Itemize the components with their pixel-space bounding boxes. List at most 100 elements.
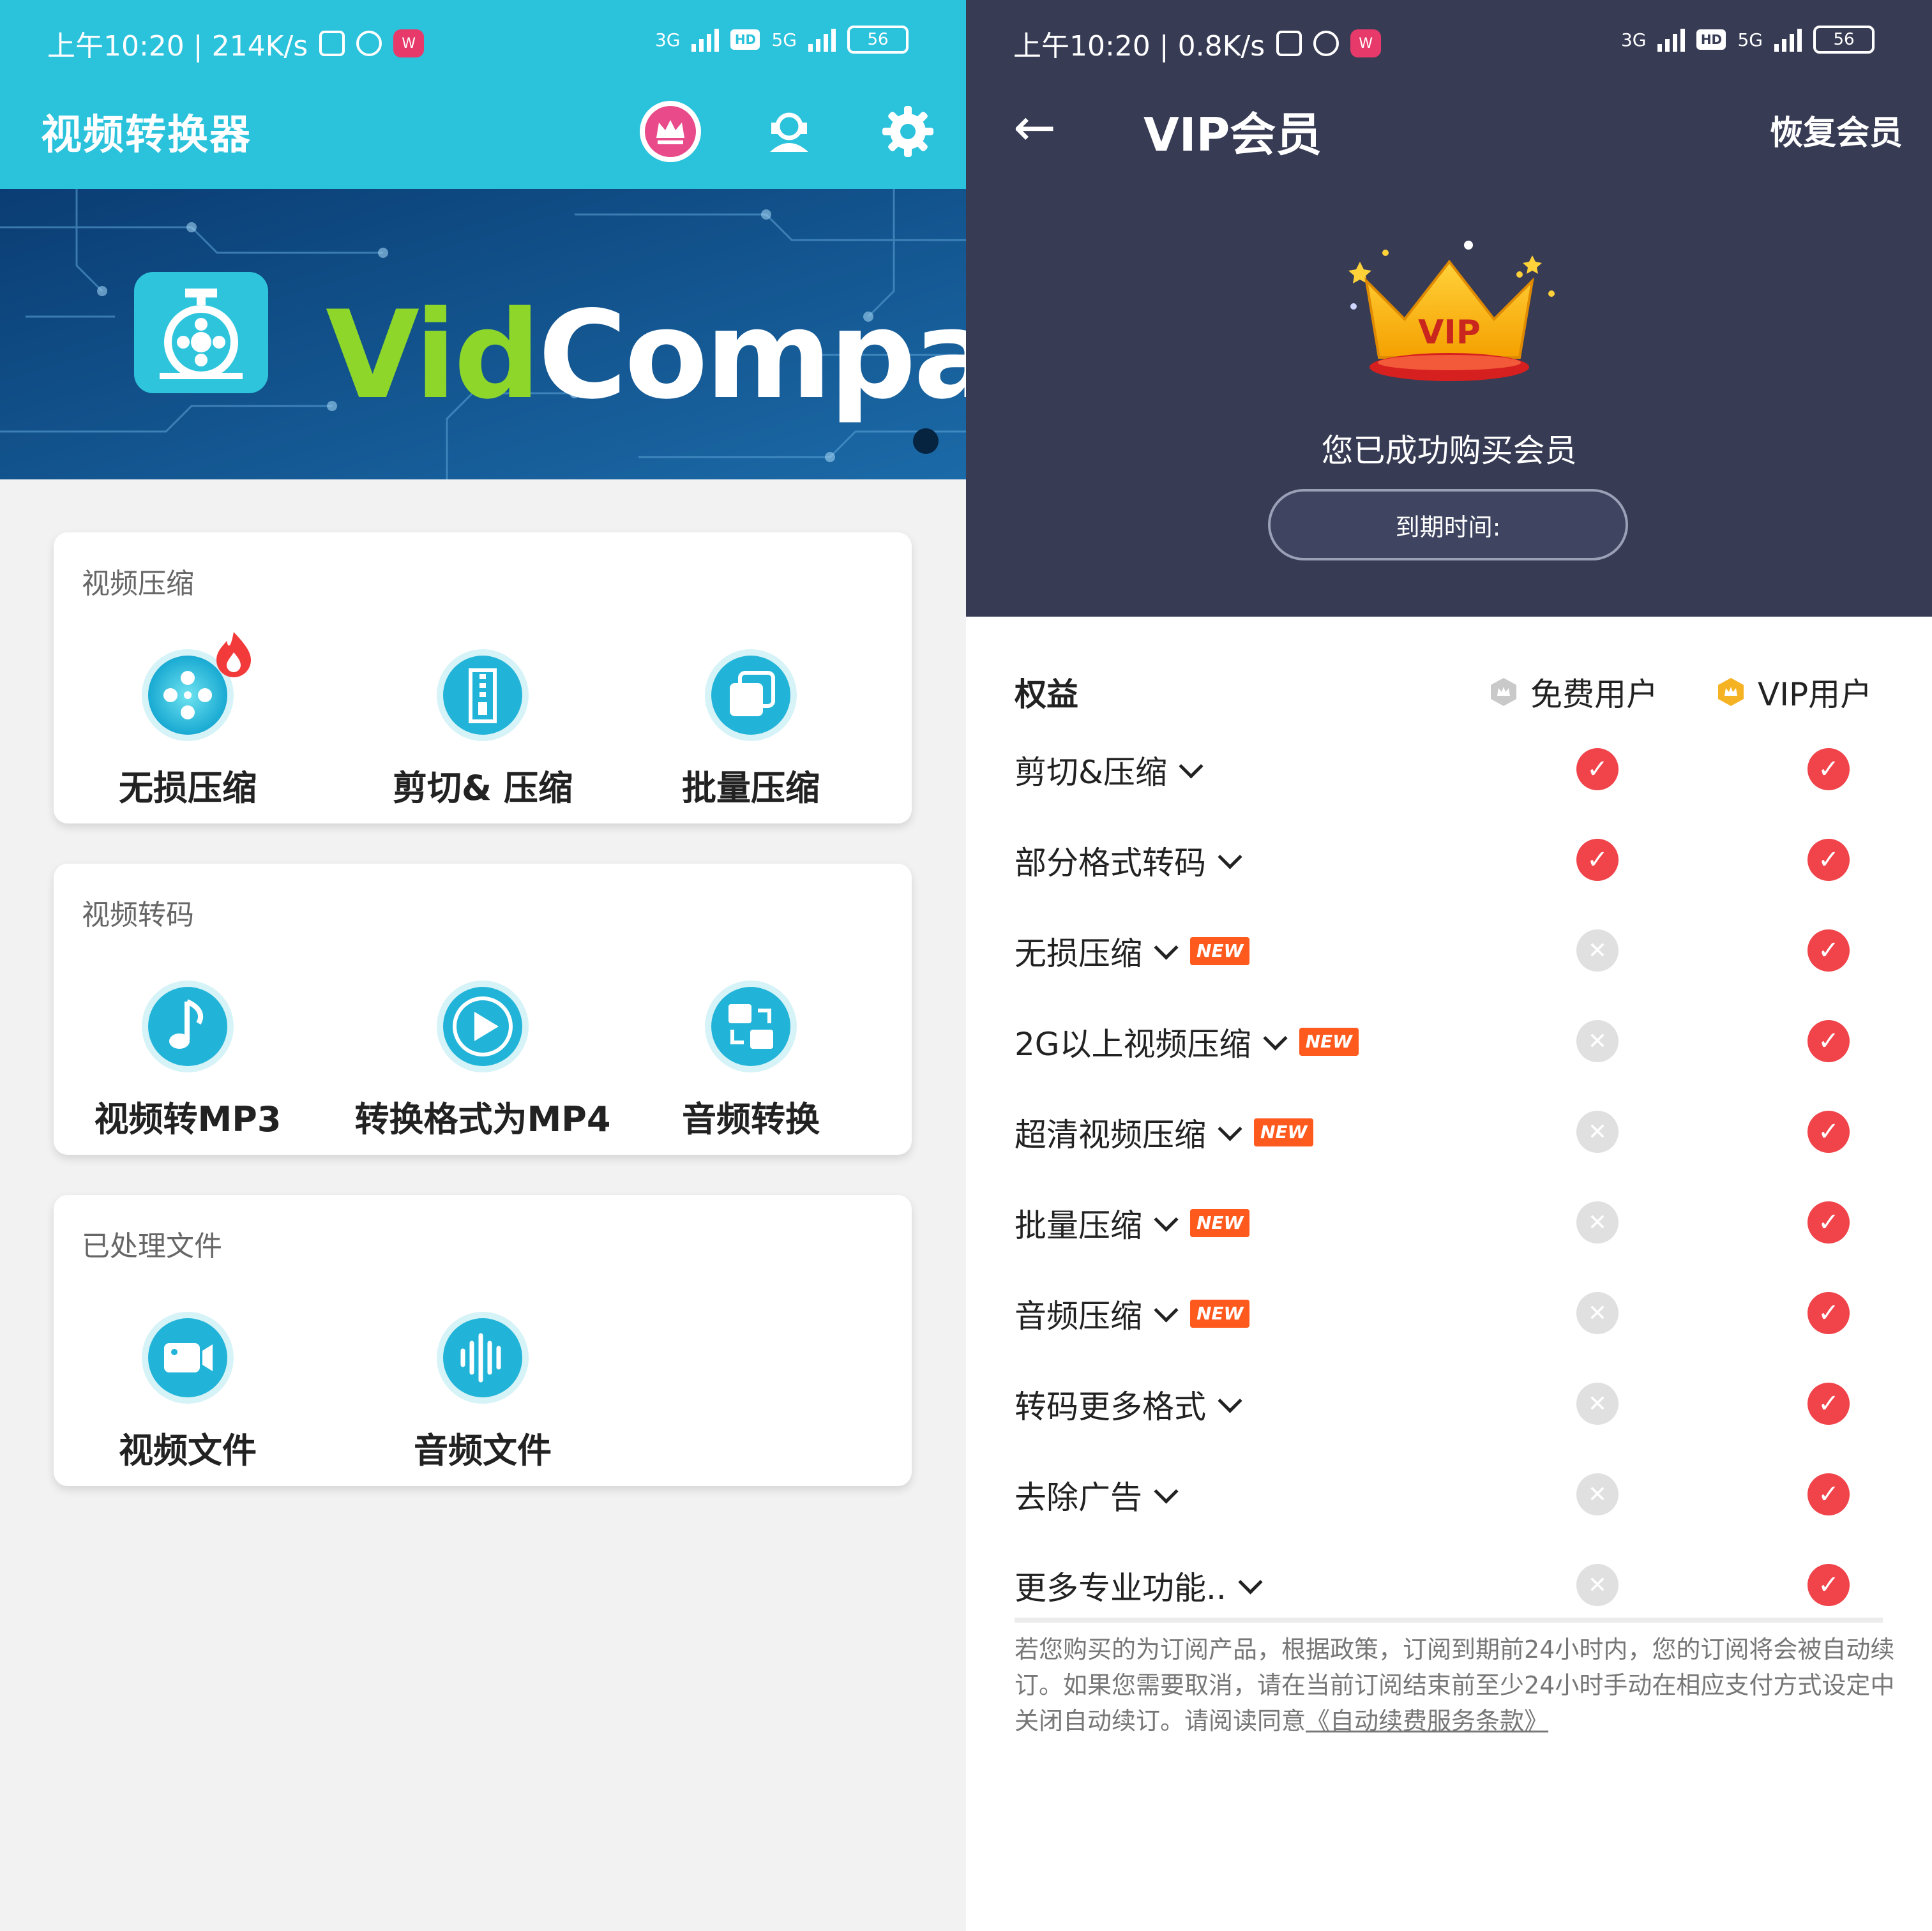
network-type-2: 5G <box>771 29 797 50</box>
network-type-2: 5G <box>1737 29 1763 50</box>
free-check-icon: ✓ <box>1576 839 1619 881</box>
chevron-down-icon[interactable] <box>1218 1388 1242 1413</box>
benefit-label: 更多专业功能.. <box>1015 1570 1226 1607</box>
customer-service-button[interactable] <box>758 101 820 162</box>
alarm-icon <box>356 31 382 56</box>
free-cross-icon: ✕ <box>1576 1201 1619 1244</box>
video-files-button[interactable]: 视频文件 <box>54 1310 322 1473</box>
settings-button[interactable] <box>877 101 939 162</box>
alarm-icon <box>1313 31 1340 56</box>
new-badge: NEW <box>1254 1118 1314 1146</box>
chevron-down-icon[interactable] <box>1154 935 1179 960</box>
benefit-row[interactable]: 2G以上视频压缩 NEW ✕ ✓ <box>1015 993 1908 1084</box>
benefit-label: 音频压缩 <box>1015 1298 1142 1335</box>
sound-wave-icon <box>435 1310 531 1406</box>
hd-badge: HD <box>1696 29 1726 50</box>
processed-files-card: 已处理文件 视频文件 音频文件 <box>54 1195 912 1486</box>
stack-copy-icon <box>703 647 799 743</box>
benefit-column-header: 权益 <box>1015 676 1078 713</box>
vidcompact-logo <box>134 272 268 393</box>
video-compress-card: 视频压缩 无损压缩 剪切& 压缩 批量压缩 <box>54 532 912 823</box>
right-screen-vip-membership: 上午10:20 | 0.8K/s W 3G HD 5G 56 ← VIP会员 恢… <box>966 0 1932 1931</box>
vip-crown-button[interactable] <box>640 101 701 162</box>
free-cross-icon: ✕ <box>1576 1473 1619 1515</box>
benefit-label: 剪切&压缩 <box>1015 754 1167 791</box>
vip-check-icon: ✓ <box>1807 1020 1850 1062</box>
vip-crown-icon: VIP <box>1348 241 1555 381</box>
new-badge: NEW <box>1299 1028 1359 1056</box>
auto-renew-terms-link[interactable]: 《自动续费服务条款》 <box>1306 1707 1548 1735</box>
free-user-badge-icon <box>1491 678 1516 706</box>
benefit-row[interactable]: 转码更多格式 ✕ ✓ <box>1015 1356 1908 1446</box>
chevron-down-icon[interactable] <box>1154 1297 1179 1323</box>
chevron-down-icon[interactable] <box>1179 753 1204 779</box>
hd-badge: HD <box>730 29 760 50</box>
new-badge: NEW <box>1190 1300 1250 1328</box>
vip-check-icon: ✓ <box>1807 1383 1850 1425</box>
card-title: 已处理文件 <box>82 1230 222 1263</box>
status-bar: 上午10:20 | 214K/s W 3G HD 5G 56 <box>0 0 966 83</box>
back-arrow-icon[interactable]: ← <box>1013 102 1056 153</box>
vip-check-icon: ✓ <box>1807 1564 1850 1606</box>
app-title: 视频转换器 <box>41 112 252 159</box>
signal-icon <box>691 27 720 52</box>
chevron-down-icon[interactable] <box>1218 844 1242 869</box>
convert-to-mp4-button[interactable]: 转换格式为MP4 <box>349 979 617 1141</box>
signal-icon-2 <box>1774 27 1802 52</box>
vip-user-badge-icon <box>1718 678 1744 706</box>
app-notification-icon: W <box>1350 29 1382 57</box>
benefit-row[interactable]: 音频压缩 NEW ✕ ✓ <box>1015 1265 1908 1356</box>
audio-convert-button[interactable]: 音频转换 <box>617 979 885 1141</box>
vip-check-icon: ✓ <box>1807 1111 1850 1153</box>
benefit-label: 部分格式转码 <box>1015 845 1206 882</box>
crown-icon <box>645 106 696 157</box>
film-reel-icon <box>140 632 251 743</box>
hot-fire-icon <box>216 632 251 677</box>
chevron-down-icon[interactable] <box>1154 1206 1179 1232</box>
benefit-label: 超清视频压缩 <box>1015 1116 1206 1153</box>
battery-icon: 56 <box>847 26 909 54</box>
network-type-1: 3G <box>1620 29 1647 50</box>
benefit-label: 无损压缩 <box>1015 935 1142 972</box>
card-title: 视频压缩 <box>82 567 194 600</box>
benefit-row[interactable]: 无损压缩 NEW ✕ ✓ <box>1015 903 1908 993</box>
chevron-down-icon[interactable] <box>1218 1116 1242 1141</box>
benefit-label: 转码更多格式 <box>1015 1388 1206 1425</box>
benefit-row[interactable]: 部分格式转码 ✓ ✓ <box>1015 812 1908 903</box>
mute-icon <box>319 31 345 56</box>
new-badge: NEW <box>1190 937 1250 965</box>
vip-check-icon: ✓ <box>1807 1292 1850 1334</box>
svg-text:VIP: VIP <box>1418 313 1481 352</box>
lossless-compress-button[interactable]: 无损压缩 <box>54 632 322 810</box>
chevron-down-icon[interactable] <box>1238 1569 1263 1595</box>
status-time: 上午10:20 | 0.8K/s <box>1013 30 1265 63</box>
free-cross-icon: ✕ <box>1576 929 1619 972</box>
benefit-row[interactable]: 批量压缩 NEW ✕ ✓ <box>1015 1175 1908 1265</box>
headset-icon <box>770 112 808 152</box>
free-cross-icon: ✕ <box>1576 1564 1619 1606</box>
benefit-label: 去除广告 <box>1015 1479 1142 1516</box>
benefit-row[interactable]: 去除广告 ✕ ✓ <box>1015 1446 1908 1537</box>
restore-membership-button[interactable]: 恢复会员 <box>1770 106 1903 154</box>
left-screen-video-converter: 上午10:20 | 214K/s W 3G HD 5G 56 视频转换器 Vid… <box>0 0 966 1931</box>
video-to-mp3-button[interactable]: 视频转MP3 <box>54 979 322 1141</box>
batch-compress-button[interactable]: 批量压缩 <box>617 647 885 810</box>
app-notification-icon: W <box>393 29 425 57</box>
signal-icon <box>1657 27 1686 52</box>
free-cross-icon: ✕ <box>1576 1111 1619 1153</box>
chevron-down-icon[interactable] <box>1154 1478 1179 1504</box>
benefit-row[interactable]: 剪切&压缩 ✓ ✓ <box>1015 721 1908 812</box>
vip-check-icon: ✓ <box>1807 1473 1850 1515</box>
subscription-notice: 若您购买的为订阅产品，根据政策，订阅到期前24小时内，您的订阅将会被自动续订。如… <box>1015 1635 1895 1735</box>
promo-banner: VidCompact <box>0 189 966 479</box>
play-icon <box>435 979 531 1074</box>
chevron-down-icon[interactable] <box>1262 1025 1288 1051</box>
benefit-row[interactable]: 超清视频压缩 NEW ✕ ✓ <box>1015 1084 1908 1175</box>
gear-icon <box>882 106 933 157</box>
cut-compress-button[interactable]: 剪切& 压缩 <box>349 647 617 810</box>
free-user-column-header: 免费用户 <box>1487 669 1658 715</box>
audio-files-button[interactable]: 音频文件 <box>349 1310 617 1473</box>
video-camera-icon <box>140 1310 236 1406</box>
music-note-icon <box>140 979 236 1074</box>
benefit-row[interactable]: 更多专业功能.. ✕ ✓ <box>1015 1537 1908 1628</box>
